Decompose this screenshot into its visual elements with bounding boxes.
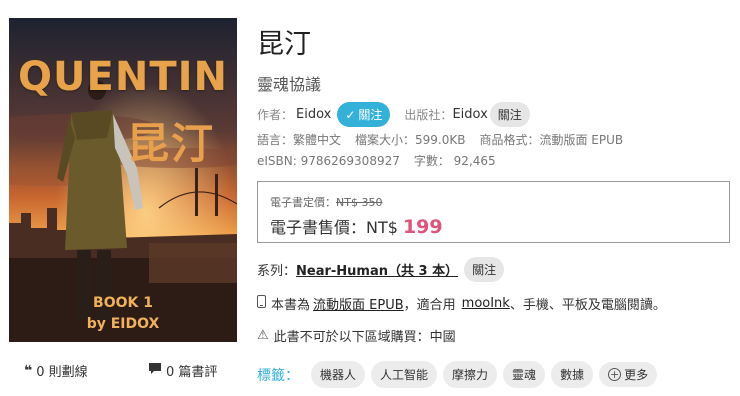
author-link[interactable]: Eidox <box>296 107 331 122</box>
quotes-stat[interactable]: ❝ 0 則劃線 <box>24 361 88 381</box>
cover-book-no: BOOK 1 <box>93 295 153 311</box>
format: 商品格式：流動版面 EPUB <box>479 133 624 147</box>
series-row: 系列： Near-Human（共 3 本） 關注 <box>257 257 505 282</box>
tag-item[interactable]: 人工智能 <box>371 361 438 388</box>
series-label: 系列： <box>257 264 297 279</box>
list-price-label: 電子書定價： <box>270 196 336 209</box>
eisbn: eISBN: 9786269308927 <box>257 153 400 168</box>
tags-row: 標籤： 機器人 人工智能 摩擦力 靈魂 數據 + 更多 <box>257 361 658 388</box>
follow-series-button[interactable]: 關注 <box>464 257 505 282</box>
follow-publisher-label: 關注 <box>497 108 522 122</box>
cover-book-number: BOOK 1 by EIDOX <box>9 293 237 335</box>
plus-circle-icon: + <box>608 368 622 381</box>
book-title: 昆汀 <box>257 29 311 60</box>
book-cover[interactable]: QUENTIN 昆汀 BOOK 1 by EIDOX <box>9 18 237 342</box>
format-link[interactable]: 流動版面 EPUB <box>313 294 404 313</box>
format-suffix: 、手機、平板及電腦閱讀。 <box>509 298 666 313</box>
follow-publisher-button[interactable]: 關注 <box>489 102 530 127</box>
author-publisher-row: 作者： Eidox ✓ 關注 出版社： Eidox 關注 <box>257 102 530 127</box>
reviews-count: 0 篇書評 <box>166 365 218 380</box>
tags-label: 標籤： <box>257 367 299 384</box>
reviews-stat[interactable]: 0 篇書評 <box>148 361 217 380</box>
check-icon: ✓ <box>345 107 356 122</box>
phone-icon <box>257 295 266 312</box>
series-link[interactable]: Near-Human（共 3 本） <box>296 260 458 279</box>
format-line: 本書為 流動版面 EPUB ，適合用 mooInk 、手機、平板及電腦閱讀。 <box>257 294 666 313</box>
tag-item[interactable]: 摩擦力 <box>443 361 498 388</box>
cover-title-en: QUENTIN <box>18 54 228 100</box>
sale-price: 電子書售價：NT$ 199 <box>270 214 443 238</box>
publisher-label: 出版社： <box>404 108 453 122</box>
meta-row-2: eISBN: 9786269308927 字數： 92,465 <box>257 152 496 169</box>
sale-price-label: 電子書售價：NT$ <box>270 218 398 237</box>
format-middle: ，適合用 <box>403 298 456 313</box>
meta-row-1: 語言：繁體中文 檔案大小：599.0KB 商品格式：流動版面 EPUB <box>257 131 623 148</box>
follow-author-label: 關注 <box>358 108 383 122</box>
format-prefix: 本書為 <box>271 298 311 313</box>
price-box: 電子書定價：NT$ 350 電子書售價：NT$ 199 <box>257 181 730 243</box>
follow-series-label: 關注 <box>472 263 497 277</box>
author-label: 作者： <box>257 108 294 122</box>
list-price-value: NT$ 350 <box>336 196 383 209</box>
tags-more-label: 更多 <box>624 368 649 382</box>
tag-item[interactable]: 機器人 <box>311 361 366 388</box>
region-line: ⚠ 此書不可於以下區域購買：中國 <box>257 326 456 345</box>
filesize: 檔案大小：599.0KB <box>355 133 466 147</box>
quotes-count: 0 則劃線 <box>36 365 88 380</box>
cover-author: by EIDOX <box>86 316 160 332</box>
tag-item[interactable]: 數據 <box>551 361 594 388</box>
list-price: 電子書定價：NT$ 350 <box>270 194 382 210</box>
warning-icon: ⚠ <box>257 328 269 343</box>
follow-author-button[interactable]: ✓ 關注 <box>337 102 391 127</box>
region-text: 此書不可於以下區域購買：中國 <box>273 330 456 345</box>
mooink-link[interactable]: mooInk <box>462 296 510 311</box>
tag-item[interactable]: 靈魂 <box>503 361 546 388</box>
sale-price-value: 199 <box>402 216 443 238</box>
publisher-link[interactable]: Eidox <box>452 107 487 122</box>
book-subtitle: 靈魂協議 <box>257 75 322 94</box>
wordcount: 字數： 92,465 <box>413 154 496 168</box>
language: 語言：繁體中文 <box>257 133 342 147</box>
tags-more-button[interactable]: + 更多 <box>599 362 658 387</box>
cover-title-cn: 昆汀 <box>127 119 216 168</box>
comment-icon <box>148 362 162 379</box>
quote-icon: ❝ <box>24 362 33 379</box>
